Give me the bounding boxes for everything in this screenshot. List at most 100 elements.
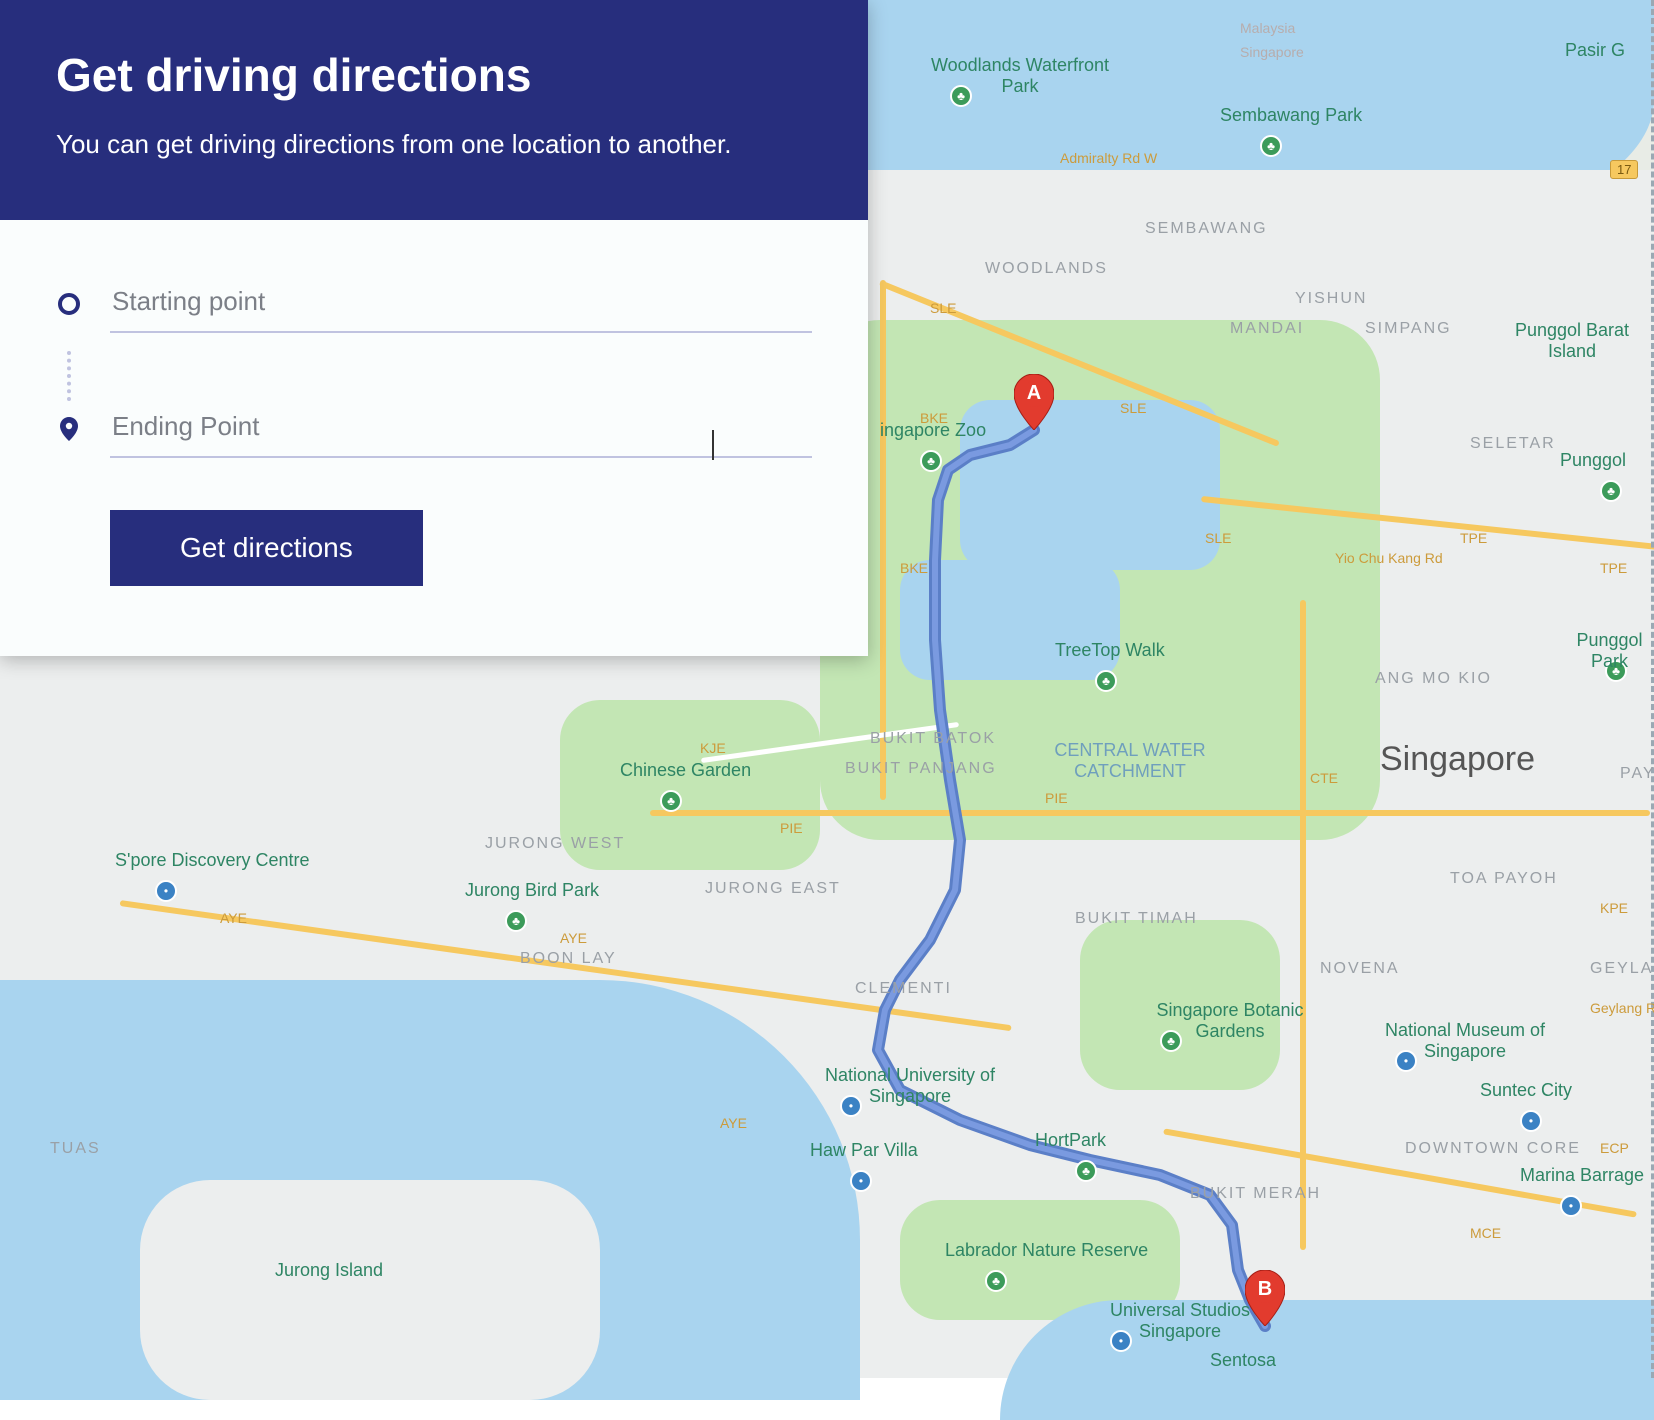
marker-a-label: A [1014,382,1054,405]
marker-b-label: B [1245,1278,1285,1301]
road-label: BKE [900,560,928,576]
road-label: Yio Chu Kang Rd [1335,550,1443,566]
poi-dot-icon[interactable]: ♣ [505,910,527,932]
end-pin-icon [56,416,82,442]
area-label: TOA PAYOH [1450,870,1558,888]
panel-body: Get directions [0,220,868,656]
poi-label: Singapore Botanic Gardens [1120,1000,1340,1042]
poi-label: National Museum of Singapore [1355,1020,1575,1062]
panel-title: Get driving directions [56,48,812,102]
road-label: Admiralty Rd W [1060,150,1157,166]
poi-label: Marina Barrage [1520,1165,1644,1186]
area-label: SELETAR [1470,435,1556,453]
poi-label: ingapore Zoo [880,420,986,441]
area-label: BUKIT PANJANG [845,760,997,778]
poi-dot-icon[interactable]: ♣ [1075,1160,1097,1182]
marker-a[interactable]: A [1014,374,1054,430]
area-label: SEMBAWANG [1145,220,1268,238]
area-label: BUKIT BATOK [870,730,996,748]
poi-label: S'pore Discovery Centre [115,850,310,871]
poi-label: National University of Singapore [800,1065,1020,1107]
water-reservoir-2 [900,560,1120,680]
poi-dot-icon[interactable]: • [850,1170,872,1192]
poi-dot-icon[interactable]: • [1560,1195,1582,1217]
exit-badge: 17 [1610,160,1638,179]
road-label: PIE [780,820,803,836]
poi-dot-icon[interactable]: • [155,880,177,902]
poi-label: Pasir G [1565,40,1625,61]
road-label: SLE [930,300,956,316]
area-label: CLEMENTI [855,980,952,998]
road-label: PIE [1045,790,1068,806]
area-label: PAYA [1620,765,1654,783]
poi-label: Labrador Nature Reserve [945,1240,1148,1261]
area-label: NOVENA [1320,960,1400,978]
area-label: JURONG EAST [705,880,841,898]
poi-label: Sentosa [1210,1350,1276,1371]
city-label: Singapore [1380,740,1535,779]
water-reservoir-1 [960,400,1220,570]
country-bottom: Singapore [1240,44,1304,60]
road-label: TPE [1460,530,1487,546]
road-label: TPE [1600,560,1627,576]
area-label: JURONG WEST [485,835,625,853]
area-label: SIMPANG [1365,320,1452,338]
road-label: AYE [720,1115,747,1131]
poi-dot-icon[interactable]: ♣ [1260,135,1282,157]
area-label: GEYLANG [1590,960,1654,978]
road-label: AYE [560,930,587,946]
land-jurong-island [140,1180,600,1400]
road-bke [880,280,886,800]
poi-label: Woodlands Waterfront Park [910,55,1130,97]
area-label: BUKIT TIMAH [1075,910,1198,928]
panel-subtitle: You can get driving directions from one … [56,126,812,164]
start-input[interactable] [110,276,812,333]
area-label: WOODLANDS [985,260,1108,278]
poi-dot-icon[interactable]: ♣ [920,450,942,472]
road-label: CTE [1310,770,1338,786]
text-caret [712,430,714,460]
country-top: Malaysia [1240,20,1295,36]
get-directions-button[interactable]: Get directions [110,510,423,586]
poi-dot-icon[interactable]: ♣ [1600,480,1622,502]
start-circle-icon [56,291,82,317]
directions-panel: Get driving directions You can get drivi… [0,0,868,656]
poi-label: Jurong Island [275,1260,383,1281]
end-input[interactable] [110,401,812,458]
poi-dot-icon[interactable]: • [1520,1110,1542,1132]
poi-label: Punggol Barat Island [1490,320,1654,362]
road-label: SLE [1205,530,1231,546]
poi-dot-icon[interactable]: ♣ [660,790,682,812]
start-row [56,276,812,333]
area-label: DOWNTOWN CORE [1405,1140,1581,1158]
end-row [56,401,812,458]
road-label: AYE [220,910,247,926]
road-label: KJE [700,740,726,756]
poi-label: Haw Par Villa [810,1140,918,1161]
poi-dot-icon[interactable]: ♣ [985,1270,1007,1292]
poi-label: Jurong Bird Park [465,880,599,901]
area-label: YISHUN [1295,290,1367,308]
poi-label: TreeTop Walk [1055,640,1165,661]
road-label: SLE [1120,400,1146,416]
poi-label: Chinese Garden [620,760,751,781]
area-label: MANDAI [1230,320,1304,338]
poi-label: Universal Studios Singapore [1070,1300,1290,1342]
road-label: MCE [1470,1225,1501,1241]
poi-label: Punggol [1560,450,1626,471]
route-connector-icon [67,351,71,401]
road-label: Geylang Rd [1590,1000,1654,1016]
area-label: TUAS [50,1140,101,1158]
poi-label: Suntec City [1480,1080,1572,1101]
poi-label: CENTRAL WATER CATCHMENT [1020,740,1240,782]
poi-label: HortPark [1035,1130,1106,1151]
poi-label: Sembawang Park [1220,105,1362,126]
road-label: ECP [1600,1140,1629,1156]
area-label: BUKIT MERAH [1190,1185,1321,1203]
area-label: BOON LAY [520,950,617,968]
panel-header: Get driving directions You can get drivi… [0,0,868,220]
road-label: KPE [1600,900,1628,916]
road-pie [650,810,1650,816]
area-label: ANG MO KIO [1375,670,1492,688]
poi-dot-icon[interactable]: ♣ [1095,670,1117,692]
